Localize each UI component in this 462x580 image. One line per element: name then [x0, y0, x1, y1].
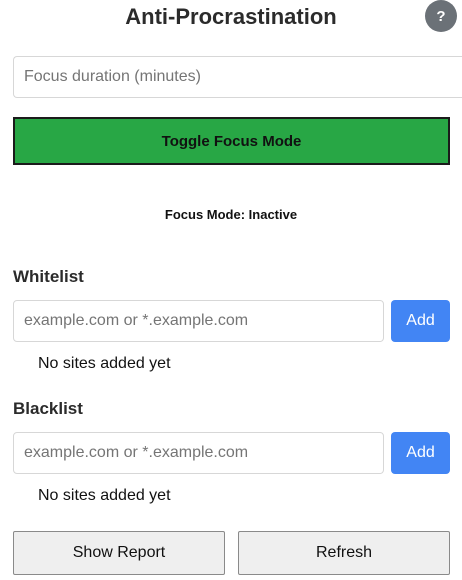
toggle-focus-mode-button[interactable]: Toggle Focus Mode — [13, 117, 450, 165]
whitelist-title: Whitelist — [13, 267, 84, 286]
show-report-button[interactable]: Show Report — [13, 531, 225, 575]
whitelist-add-button[interactable]: Add — [391, 300, 450, 342]
help-button[interactable]: ? — [425, 0, 457, 32]
question-mark-icon: ? — [436, 7, 446, 25]
whitelist-empty-message: No sites added yet — [38, 355, 171, 372]
whitelist-input[interactable] — [13, 300, 384, 342]
blacklist-empty-message: No sites added yet — [38, 487, 171, 504]
focus-duration-input[interactable] — [13, 56, 462, 98]
blacklist-input[interactable] — [13, 432, 384, 474]
focus-mode-status: Focus Mode: Inactive — [164, 207, 298, 222]
blacklist-add-button[interactable]: Add — [391, 432, 450, 474]
page-title: Anti-Procrastination — [125, 4, 337, 29]
refresh-button[interactable]: Refresh — [238, 531, 450, 575]
blacklist-title: Blacklist — [13, 399, 83, 418]
